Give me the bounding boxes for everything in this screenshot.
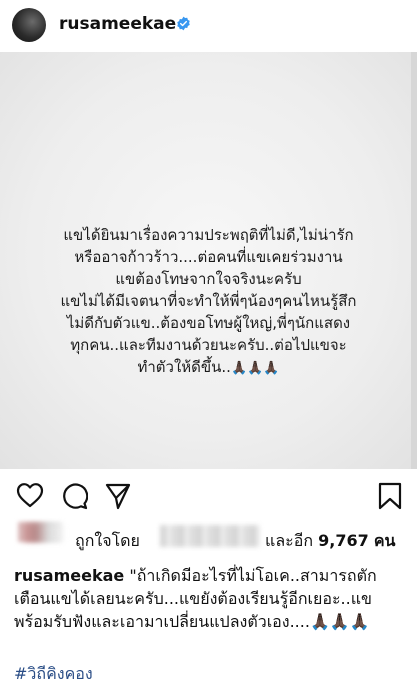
likes-count[interactable]: และอีก 9,767 คน xyxy=(265,529,395,554)
image-text-line: ทำตัวให้ดีขึ้น..🙏🏿🙏🏿🙏🏿 xyxy=(8,356,409,380)
liked-by-label: ถูกใจโดย xyxy=(75,531,140,550)
image-edge xyxy=(411,52,417,469)
verified-badge-icon xyxy=(177,16,190,31)
image-text-line: แขไม่ได้มีเจตนาที่จะทำให้พี่ๆน้องๆคนไหนร… xyxy=(60,292,357,310)
bookmark-icon[interactable] xyxy=(378,482,402,510)
image-text-last: ทำตัวให้ดีขึ้น.. xyxy=(137,358,231,376)
liker-name-redacted[interactable] xyxy=(160,525,260,547)
post-header: rusameekae xyxy=(0,0,417,50)
prayer-emoji: 🙏🏿🙏🏿🙏🏿 xyxy=(230,361,280,376)
likes-suffix: คน xyxy=(373,531,396,550)
image-text-line: หรืออาจก้าวร้าว....ต่อคนที่แขเคยร่วมงาน xyxy=(74,248,343,266)
image-text-line: แขได้ยินมาเรื่องความประพฤติที่ไม่ดี,ไม่น… xyxy=(63,226,354,244)
and-more-label: และอีก xyxy=(265,531,314,550)
image-text: แขได้ยินมาเรื่องความประพฤติที่ไม่ดี,ไม่น… xyxy=(8,224,409,380)
username[interactable]: rusameekae xyxy=(59,14,176,34)
likes-number: 9,767 xyxy=(318,531,369,550)
liker-avatars-blur xyxy=(24,524,64,542)
image-text-line: แขต้องโทษจากใจจริงนะครับ xyxy=(115,270,302,288)
image-text-line: ไม่ดีกับตัวแข..ต้องขอโทษผู้ใหญ่,พี่ๆนักแ… xyxy=(66,314,351,332)
avatar[interactable] xyxy=(12,8,46,42)
send-icon[interactable] xyxy=(104,482,132,510)
image-text-line: ทุกคน..และทีมงานด้วยนะครับ..ต่อไปแขจะ xyxy=(70,336,347,354)
hashtag-link[interactable]: #วิถีคิงคอง xyxy=(14,662,93,687)
caption-emoji: 🙏🏿🙏🏿🙏🏿 xyxy=(309,612,370,631)
caption-username[interactable]: rusameekae xyxy=(14,566,124,585)
comment-icon[interactable] xyxy=(60,482,88,510)
caption: rusameekae "ถ้าเกิดมีอะไรที่ไม่โอเค..สาม… xyxy=(14,564,409,633)
action-bar xyxy=(0,478,417,514)
heart-icon[interactable] xyxy=(16,482,44,508)
post-image[interactable]: แขได้ยินมาเรื่องความประพฤติที่ไม่ดี,ไม่น… xyxy=(0,52,417,469)
